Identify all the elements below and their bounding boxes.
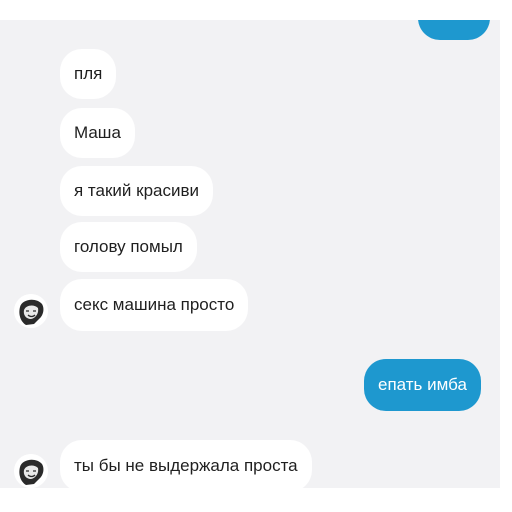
outgoing-message-bubble[interactable]: епать имба xyxy=(364,359,481,411)
message-text: Маша xyxy=(74,123,121,142)
message-text: ты бы не выдержала проста xyxy=(74,456,298,475)
message-text: я такий красиви xyxy=(74,181,200,200)
incoming-message-bubble[interactable]: я такий красиви xyxy=(60,166,214,216)
chat-message-list[interactable]: пля Маша я такий красиви голову помыл се… xyxy=(0,20,500,488)
incoming-message-bubble[interactable]: секс машина просто xyxy=(60,279,249,331)
outgoing-message-bubble-partial[interactable] xyxy=(418,20,490,40)
incoming-message-bubble[interactable]: ты бы не выдержала проста xyxy=(60,440,312,488)
incoming-message-bubble[interactable]: пля xyxy=(60,49,117,99)
message-text: секс машина просто xyxy=(74,295,235,314)
avatar[interactable] xyxy=(14,294,48,328)
avatar-image xyxy=(14,294,48,328)
incoming-message-bubble[interactable]: Маша xyxy=(60,108,135,158)
message-text: епать имба xyxy=(378,375,467,394)
avatar-image xyxy=(14,454,48,488)
incoming-message-bubble[interactable]: голову помыл xyxy=(60,222,197,272)
message-text: голову помыл xyxy=(74,237,183,256)
message-text: пля xyxy=(74,64,103,83)
avatar[interactable] xyxy=(14,454,48,488)
